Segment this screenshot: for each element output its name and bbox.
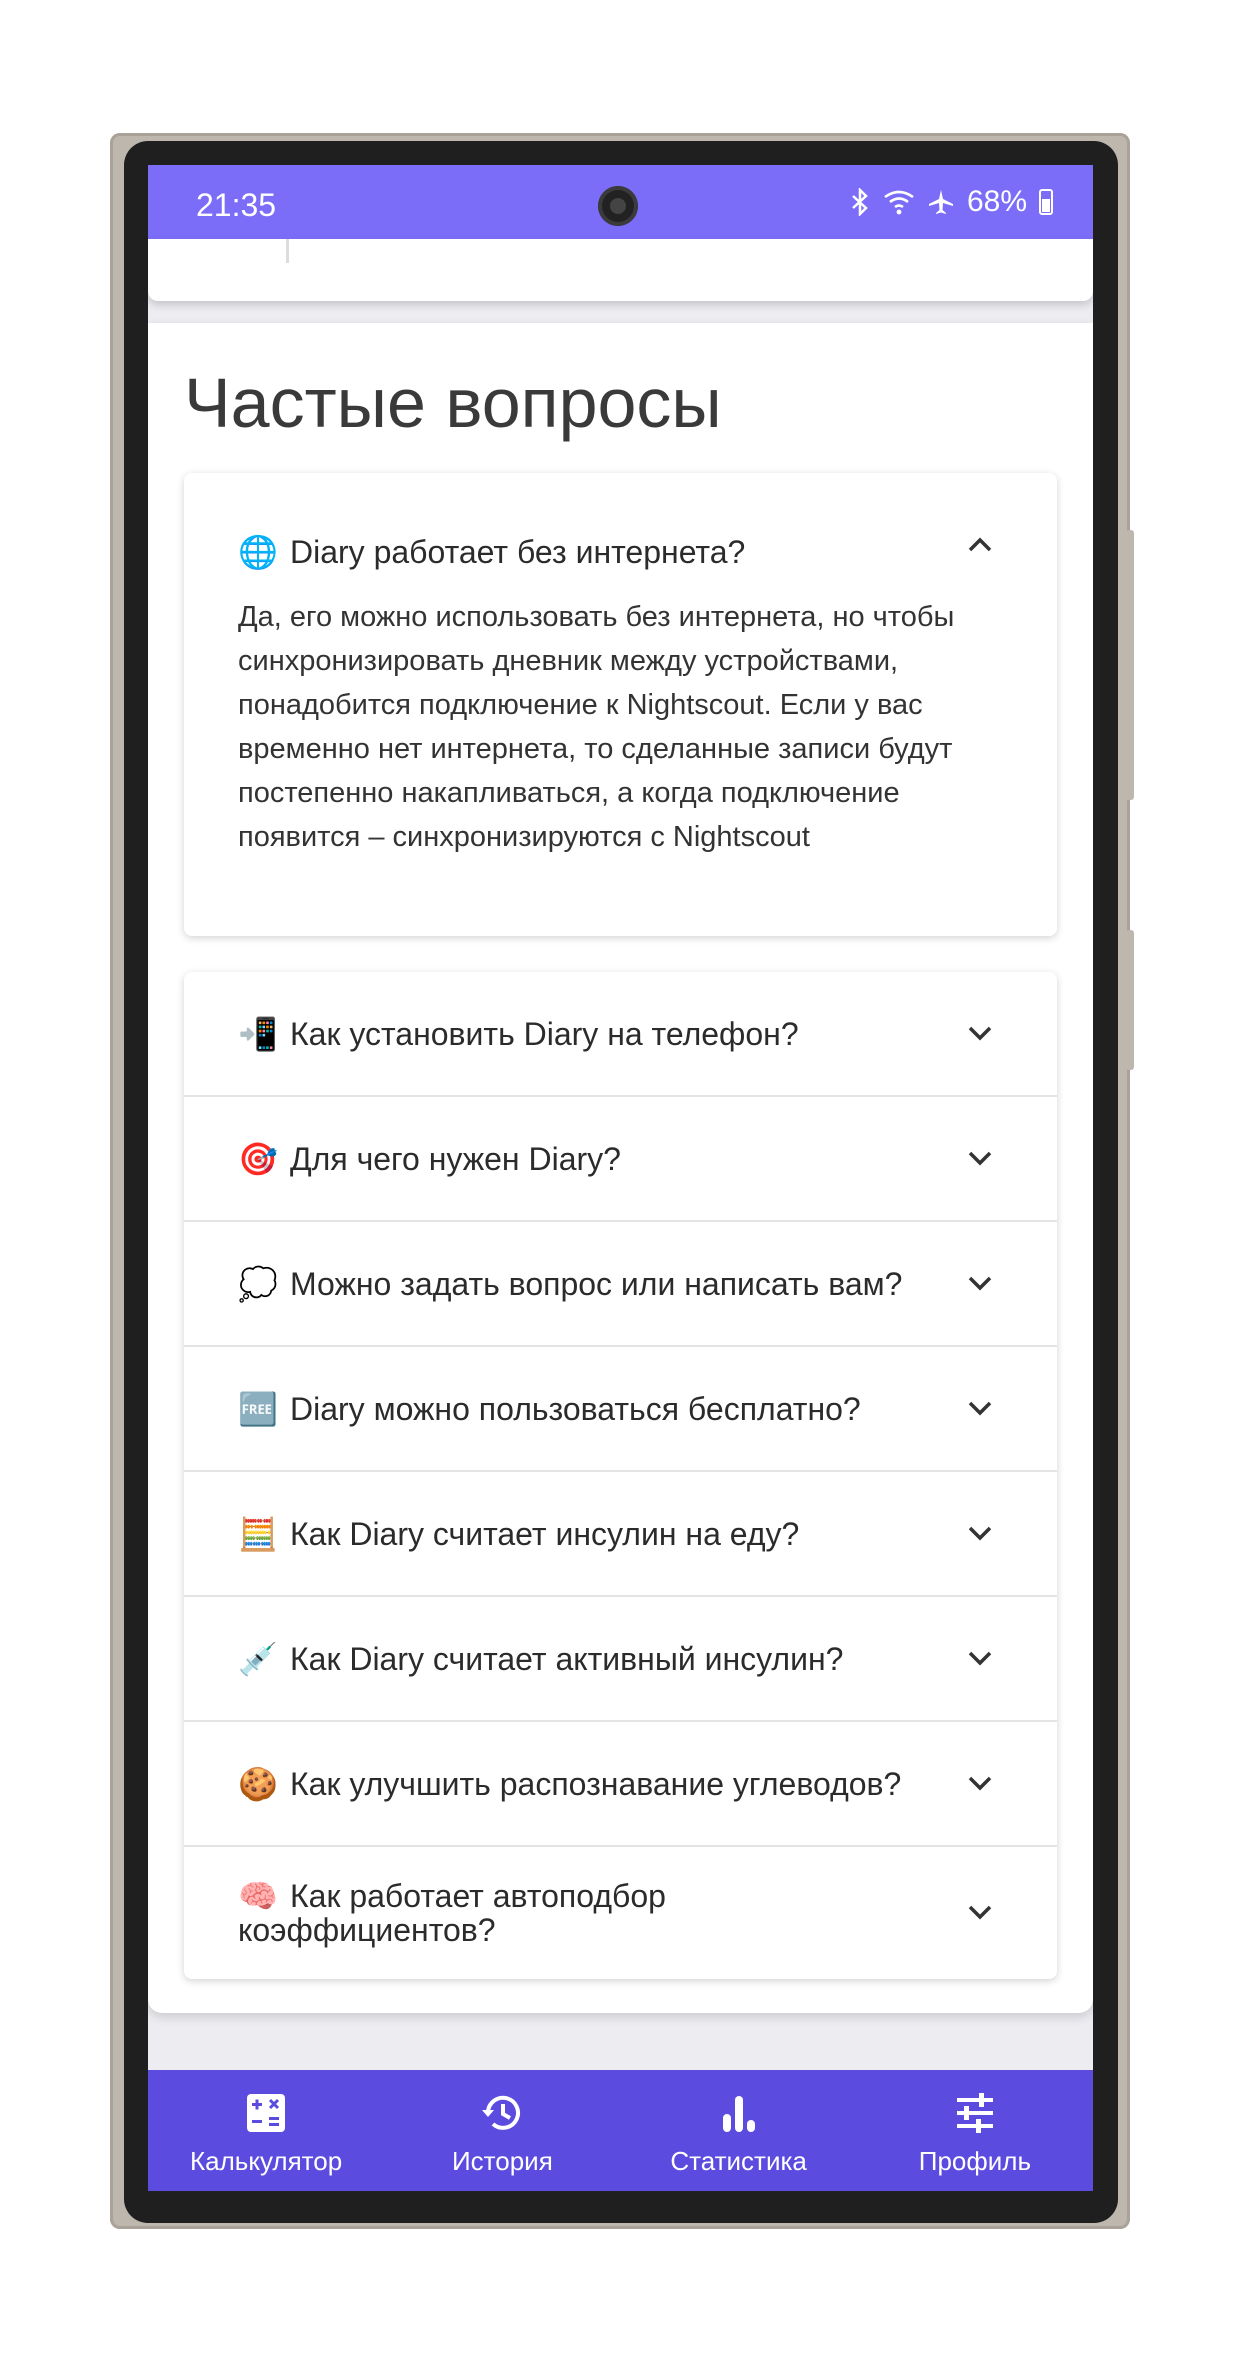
faq-question: 🧮 Как Diary считает инсулин на еду? xyxy=(238,1517,957,1551)
free-icon: 🆓 xyxy=(238,1390,278,1427)
faq-question-text: Как Diary считает активный инсулин? xyxy=(290,1640,844,1677)
front-camera xyxy=(598,186,638,226)
chevron-down-icon[interactable] xyxy=(967,1150,993,1168)
faq-item[interactable]: 💉 Как Diary считает активный инсулин? xyxy=(184,1597,1057,1722)
faq-item[interactable]: 🆓 Diary можно пользоваться бесплатно? xyxy=(184,1347,1057,1472)
thought-bubble-icon: 💭 xyxy=(238,1265,278,1302)
nav-label: Калькулятор xyxy=(190,2146,343,2176)
bluetooth-icon xyxy=(849,188,871,216)
faq-question-text: Как установить Diary на телефон? xyxy=(290,1015,799,1052)
airplane-icon xyxy=(927,188,955,216)
faq-question: 💉 Как Diary считает активный инсулин? xyxy=(238,1642,957,1676)
chevron-down-icon[interactable] xyxy=(967,1525,993,1543)
bottom-nav: Калькулятор История Статистика Профиль xyxy=(148,2070,1093,2191)
nav-label: История xyxy=(451,2146,553,2176)
faq-question: 🎯 Для чего нужен Diary? xyxy=(238,1142,957,1176)
faq-list-card: 📲 Как установить Diary на телефон? 🎯 Для ч… xyxy=(184,972,1057,1979)
nav-statistics[interactable]: Статистика xyxy=(621,2070,857,2191)
cookie-icon: 🍪 xyxy=(238,1765,278,1802)
nav-label: Профиль xyxy=(918,2146,1031,2176)
chevron-down-icon[interactable] xyxy=(967,1650,993,1668)
faq-panel: Частые вопросы 🌐 Diary работает без интер… xyxy=(148,323,1093,2013)
target-icon: 🎯 xyxy=(238,1140,278,1177)
nav-profile[interactable]: Профиль xyxy=(857,2070,1093,2191)
wifi-icon xyxy=(883,189,915,215)
faq-question-text: Можно задать вопрос или написать вам? xyxy=(290,1265,903,1302)
faq-question: 🍪 Как улучшить распознавание углеводов? xyxy=(238,1767,957,1801)
nav-history[interactable]: История xyxy=(384,2070,620,2191)
abacus-icon: 🧮 xyxy=(238,1515,278,1552)
faq-question-text: Для чего нужен Diary? xyxy=(290,1140,621,1177)
battery-icon xyxy=(1039,189,1053,215)
faq-question-text: Как улучшить распознавание углеводов? xyxy=(290,1765,902,1802)
volume-button xyxy=(1126,530,1134,800)
faq-answer: Да, его можно использовать без интернета… xyxy=(238,601,955,853)
chevron-down-icon[interactable] xyxy=(967,1400,993,1418)
tune-icon xyxy=(956,2093,993,2133)
chevron-up-icon[interactable] xyxy=(967,535,993,553)
faq-item[interactable]: 🍪 Как улучшить распознавание углеводов? xyxy=(184,1722,1057,1847)
brain-icon: 🧠 xyxy=(238,1878,278,1914)
faq-expanded-card: 🌐 Diary работает без интернета? Да, его м… xyxy=(184,473,1057,936)
chevron-down-icon[interactable] xyxy=(967,1904,993,1922)
calculator-icon xyxy=(247,2094,286,2132)
screen: 21:35 68% Частые вопросы 🌐 Diary работае… xyxy=(148,165,1093,2191)
faq-question: 🆓 Diary можно пользоваться бесплатно? xyxy=(238,1392,957,1426)
faq-item[interactable]: 🧠 Как работает автоподбор коэффициентов? xyxy=(184,1847,1057,1979)
divider xyxy=(286,239,289,263)
nav-label: Статистика xyxy=(670,2146,807,2176)
status-time: 21:35 xyxy=(196,187,277,223)
bar-chart-icon xyxy=(722,2096,755,2132)
faq-question: 💭 Можно задать вопрос или написать вам? xyxy=(238,1267,957,1301)
faq-question-text: Diary работает без интернета? xyxy=(290,534,746,570)
battery-percent: 68% xyxy=(966,185,1027,218)
chevron-down-icon[interactable] xyxy=(967,1025,993,1043)
faq-question: 📲 Как установить Diary на телефон? xyxy=(238,1017,957,1051)
faq-item-expanded[interactable]: 🌐 Diary работает без интернета? Да, его м… xyxy=(184,473,1057,936)
faq-question-text: Как работает автоподбор коэффициентов? xyxy=(238,1878,666,1948)
faq-question: 🌐 Diary работает без интернета? xyxy=(238,535,957,569)
chevron-down-icon[interactable] xyxy=(967,1275,993,1293)
faq-item[interactable]: 🧮 Как Diary считает инсулин на еду? xyxy=(184,1472,1057,1597)
history-icon xyxy=(482,2095,521,2130)
faq-question-text: Diary можно пользоваться бесплатно? xyxy=(290,1390,861,1427)
status-icons: 68% xyxy=(849,185,1053,219)
faq-item[interactable]: 📲 Как установить Diary на телефон? xyxy=(184,972,1057,1097)
mobile-phone-icon: 📲 xyxy=(238,1015,278,1052)
faq-title: Частые вопросы xyxy=(184,364,722,442)
globe-icon: 🌐 xyxy=(238,534,278,570)
nav-calculator[interactable]: Калькулятор xyxy=(148,2070,384,2191)
status-bar: 21:35 68% xyxy=(148,165,1093,239)
faq-question: 🧠 Как работает автоподбор коэффициентов? xyxy=(238,1879,917,1947)
top-card xyxy=(148,239,1093,301)
chevron-down-icon[interactable] xyxy=(967,1775,993,1793)
syringe-icon: 💉 xyxy=(238,1640,278,1677)
faq-item[interactable]: 💭 Можно задать вопрос или написать вам? xyxy=(184,1222,1057,1347)
power-button xyxy=(1126,930,1134,1070)
faq-question-text: Как Diary считает инсулин на еду? xyxy=(290,1515,800,1552)
faq-item[interactable]: 🎯 Для чего нужен Diary? xyxy=(184,1097,1057,1222)
